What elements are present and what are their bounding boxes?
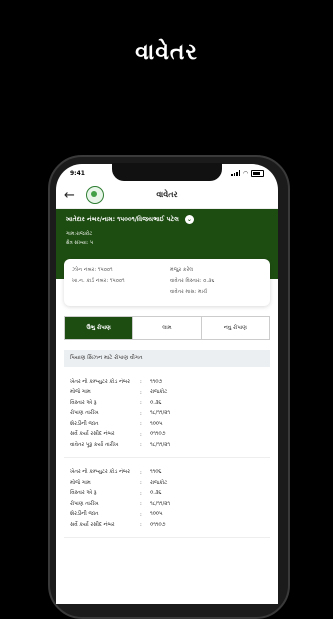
crop-detail-separator: : (140, 442, 142, 449)
crop-detail-label: મોજે ગામ (70, 389, 91, 396)
wifi-icon: ◠ (243, 169, 248, 177)
crop-detail-label: વાવેતર પૂરૂ કર્યા તારીખ (70, 441, 119, 448)
crop-detail-row: મોજે ગામ: રાજકોટ (70, 388, 268, 399)
summary-left-1: ખા.ન. કાર્ડ નંબર: ૧૫૦૦૧ (72, 278, 125, 284)
section-title: પિયાણ સિઝન માટે રોપાણ વીગત (64, 350, 270, 367)
crop-detail-row: સર્વે કર્યા રસીદ નંબર: ૦૧૧૦૭ (70, 520, 268, 531)
app-screen: 9:41 ◠ ← વાવેતર ખાતેદાર નંબર/નામ: ૧૫૦૦૧/… (56, 164, 278, 604)
crop-detail-value: ૧૦૦૫ (150, 420, 163, 427)
crop-detail-row: વિસ્તાર એ રૂ: ૦.૩૬ (70, 489, 268, 500)
crop-detail-row: વિસ્તાર એ રૂ: ૦.૩૬ (70, 398, 268, 409)
crop-detail-value: ૧૧૦૭ (150, 378, 163, 385)
summary-right-2: વાવેતર માસ: માર્ચ (170, 289, 208, 295)
arrow-left-icon[interactable]: ← (64, 188, 80, 203)
crop-detail-separator: : (140, 511, 142, 518)
farmer-meta: ગામ:રાજકોટ ક્ષેત્ર સંખ્યા: ૫ (66, 230, 268, 248)
crop-detail-value: ૧૦૦૫ (150, 511, 163, 518)
crop-card: ખેતર નો કમ્પ્યુટર કોડ નંબર: ૧૧૦૭ મોજે ગામ:… (64, 373, 270, 458)
crop-detail-value: ૧૮/૧૧/૨૧ (150, 500, 170, 507)
crop-card: ખેતર નો કમ્પ્યુટર કોડ નંબર: ૧૧૦૬ મોજે ગામ:… (64, 464, 270, 538)
crop-detail-label: મોજે ગામ (70, 479, 91, 486)
crop-detail-separator: : (140, 469, 142, 476)
crop-list: ખેતર નો કમ્પ્યુટર કોડ નંબર: ૧૧૦૭ મોજે ગામ:… (56, 373, 278, 538)
crop-detail-row: શેરડીની જાત: ૧૦૦૫ (70, 510, 268, 521)
crop-detail-label: શેરડીની જાત (70, 420, 99, 427)
crop-detail-value: ૧૮/૧૧/૨૧ (150, 410, 170, 417)
farmer-survey: ક્ષેત્ર સંખ્યા: ૫ (66, 240, 94, 246)
crop-detail-separator: : (140, 400, 142, 407)
summary-card: ઝોન નંબર: ૧૫૦૦૧ મંજુર કરેલ ખા.ન. કાર્ડ ન… (64, 259, 270, 306)
crop-detail-separator: : (140, 421, 142, 428)
crop-detail-row: ખેતર નો કમ્પ્યુટર કોડ નંબર: ૧૧૦૬ (70, 468, 268, 479)
crop-detail-row: રોપાણ તારીખ: ૧૮/૧૧/૨૧ (70, 409, 268, 420)
crop-detail-row: મોજે ગામ: રાજકોટ (70, 478, 268, 489)
tab-ratoon[interactable]: લામ (133, 317, 202, 339)
crop-detail-separator: : (140, 389, 142, 396)
crop-detail-label: શેરડીની જાત (70, 511, 99, 518)
phone-notch (112, 163, 222, 181)
crop-detail-separator: : (140, 522, 142, 529)
battery-icon (251, 169, 264, 177)
tab-bar: ઉભુ રોપાણ લામ નવુ રોપાણ (64, 316, 270, 340)
crop-detail-separator: : (140, 379, 142, 386)
crop-detail-separator: : (140, 410, 142, 417)
crop-detail-row: રોપાણ તારીખ: ૧૮/૧૧/૨૧ (70, 499, 268, 510)
promo-title: વાવેતર (135, 40, 198, 65)
app-bar: ← વાવેતર (56, 182, 278, 209)
status-icons: ◠ (231, 169, 264, 177)
summary-left-0: ઝોન નંબર: ૧૫૦૦૧ (72, 267, 113, 273)
summary-right-1: વાવેતર વિસ્તાર: ૦.૩૬ (170, 278, 215, 284)
crop-detail-value: રાજકોટ (150, 389, 168, 396)
crop-detail-label: વિસ્તાર એ રૂ (70, 399, 97, 406)
crop-detail-separator: : (140, 501, 142, 508)
crop-detail-label: રોપાણ તારીખ (70, 410, 99, 417)
farmer-village: ગામ:રાજકોટ (66, 231, 93, 237)
app-logo (86, 186, 104, 204)
crop-detail-separator: : (140, 490, 142, 497)
tab-standing-crop[interactable]: ઉભુ રોપાણ (65, 317, 134, 339)
crop-detail-row: ખેતર નો કમ્પ્યુટર કોડ નંબર: ૧૧૦૭ (70, 377, 268, 388)
signal-icon (231, 170, 241, 176)
crop-detail-label: સર્વે કર્યા રસીદ નંબર (70, 431, 115, 438)
crop-detail-row: વાવેતર પૂરૂ કર્યા તારીખ: ૧૮/૧૧/૨૧ (70, 440, 268, 451)
crop-detail-label: સર્વે કર્યા રસીદ નંબર (70, 521, 115, 528)
farmer-selector[interactable]: ખાતેદાર નંબર/નામ: ૧૫૦૦૧/વિજયભાઈ પટેલ ⌄ (66, 215, 268, 224)
farmer-name: ખાતેદાર નંબર/નામ: ૧૫૦૦૧/વિજયભાઈ પટેલ (66, 215, 179, 223)
crop-detail-value: ૦૧૧૦૭ (150, 431, 166, 438)
crop-detail-value: ૦૧૧૦૭ (150, 521, 166, 528)
crop-detail-label: વિસ્તાર એ રૂ (70, 490, 97, 497)
status-time: 9:41 (70, 169, 85, 177)
chevron-down-icon[interactable]: ⌄ (184, 215, 194, 224)
crop-detail-row: સર્વે કર્યા રસીદ નંબર: ૦૧૧૦૭ (70, 430, 268, 441)
crop-detail-value: ૦.૩૬ (150, 399, 162, 406)
tab-new-planting[interactable]: નવુ રોપાણ (202, 317, 269, 339)
crop-detail-value: ૧૧૦૬ (150, 469, 162, 476)
crop-detail-separator: : (140, 480, 142, 487)
crop-detail-value: રાજકોટ (150, 479, 168, 486)
crop-detail-value: ૦.૩૬ (150, 490, 162, 497)
crop-detail-row: શેરડીની જાત: ૧૦૦૫ (70, 419, 268, 430)
crop-detail-value: ૧૮/૧૧/૨૧ (150, 441, 170, 448)
summary-right-0: મંજુર કરેલ (170, 267, 194, 273)
crop-detail-label: ખેતર નો કમ્પ્યુટર કોડ નંબર (70, 469, 130, 476)
crop-detail-label: ખેતર નો કમ્પ્યુટર કોડ નંબર (70, 378, 130, 385)
crop-detail-label: રોપાણ તારીખ (70, 500, 99, 507)
crop-detail-separator: : (140, 431, 142, 438)
